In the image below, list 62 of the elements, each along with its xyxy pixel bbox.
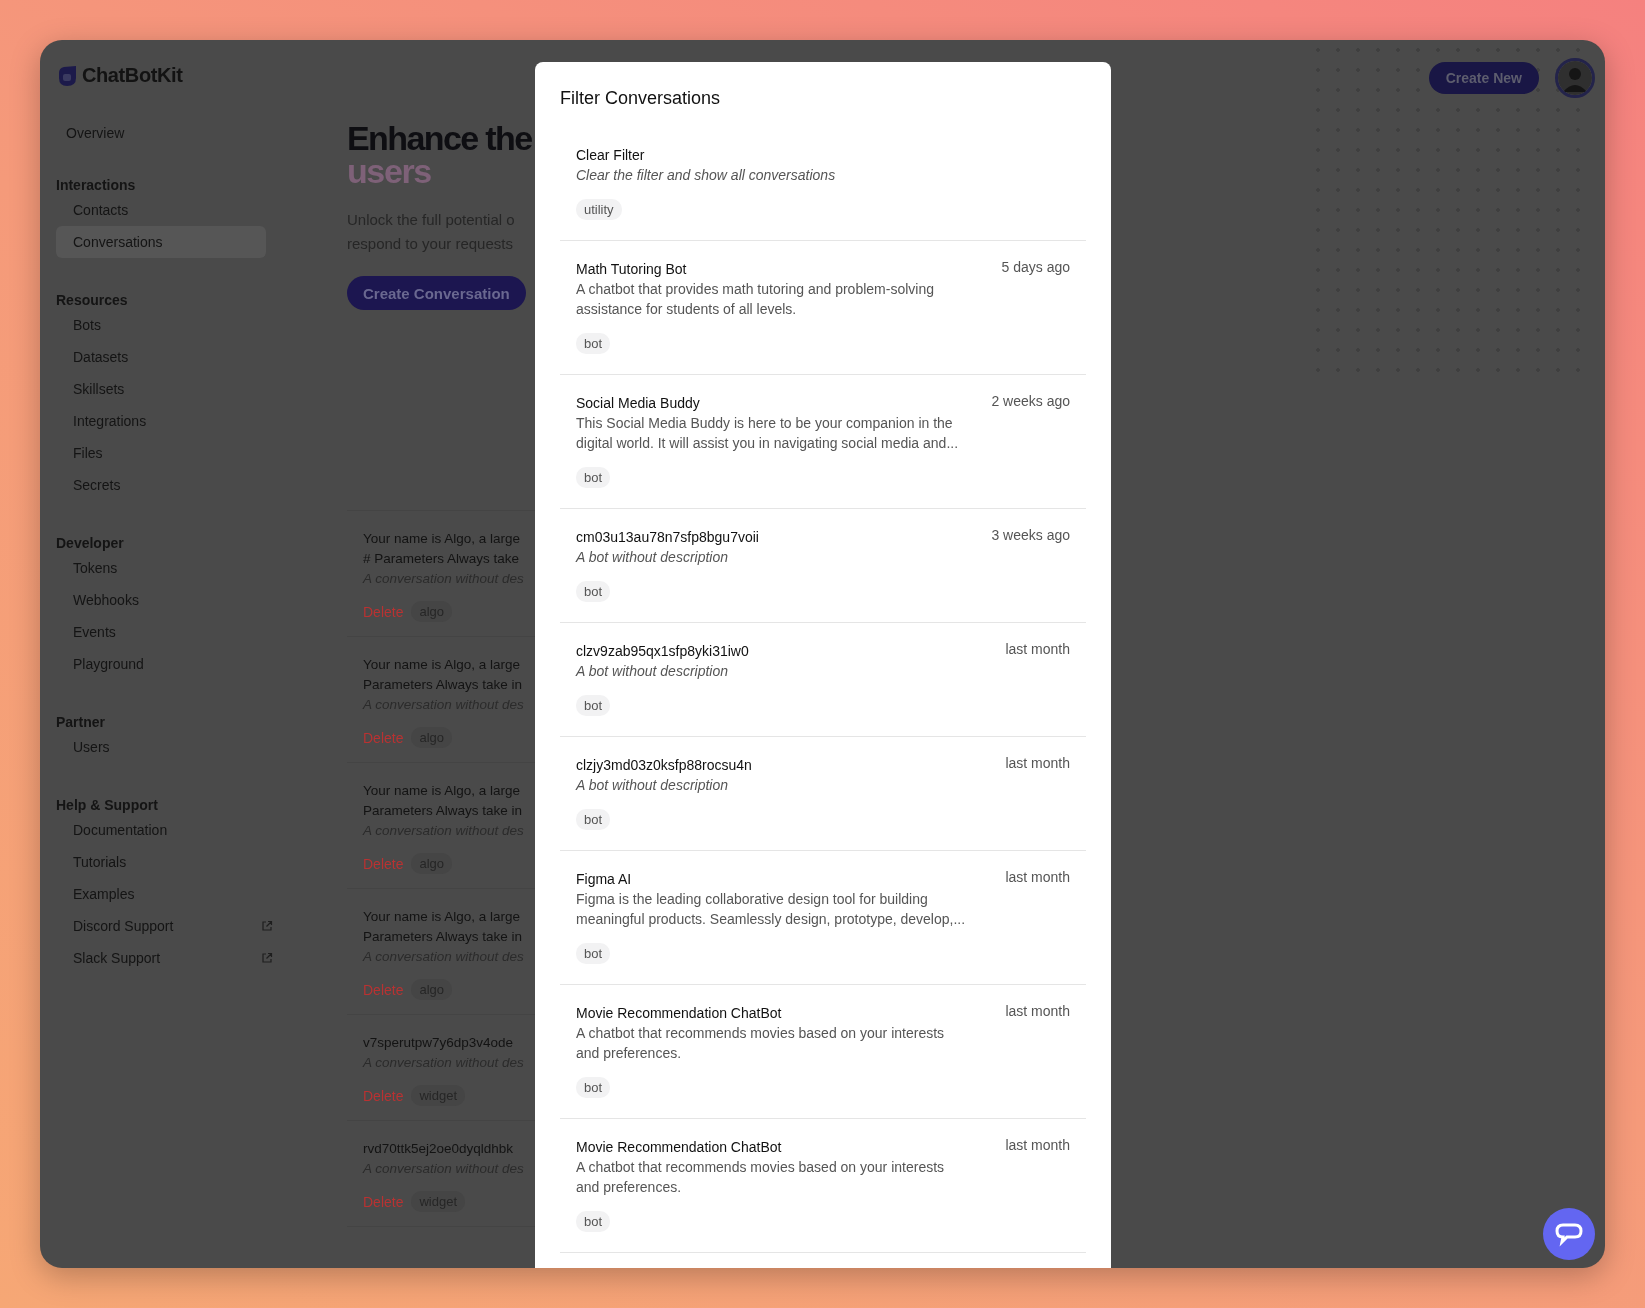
filter-option[interactable]: Clear Filter Clear the filter and show all conversations utility	[560, 145, 1086, 241]
option-title: Figma AI	[576, 870, 633, 889]
conversation-title[interactable]: v7sperutpw7y6dp3v4ode	[363, 1033, 514, 1053]
option-description: A chatbot that provides math tutoring and problem-solving assistance for students of all levels.	[576, 280, 934, 319]
filter-option[interactable]: Figma AI Figma is the leading collaborative design tool for building meaningful products. Seamlessly design, prototype, develop,... last month bot	[560, 869, 1086, 985]
filter-option[interactable]: cm03u13au78n7sfp8bgu7voii A bot without description 3 weeks ago bot	[560, 527, 1086, 623]
chat-button[interactable]	[1543, 1208, 1595, 1260]
tag: bot	[576, 1077, 611, 1098]
option-title: clzv9zab95qx1sfp8yki31iw0	[576, 642, 749, 661]
conversation-title[interactable]: rvd70ttk5ej2oe0dyqldhbk	[363, 1139, 514, 1159]
delete-link[interactable]: Delete	[363, 981, 404, 998]
dialog-title: Filter Conversations	[560, 88, 722, 109]
tag: bot	[576, 1211, 611, 1232]
delete-link[interactable]: Delete	[363, 729, 404, 746]
filter-option[interactable]: Movie Recommendation ChatBot A chatbot that recommends movies based on your interests and preferences. last month bot	[560, 1137, 1086, 1253]
option-description: Clear the filter and show all conversations	[576, 166, 836, 185]
brand-name: ChatBotKit	[82, 64, 183, 87]
tag: utility	[576, 199, 622, 220]
option-description: A bot without description	[576, 548, 729, 567]
option-time: last month	[1005, 1003, 1070, 1021]
option-time: last month	[1005, 1137, 1070, 1155]
option-time: 3 weeks ago	[991, 527, 1070, 545]
delete-link[interactable]: Delete	[363, 1087, 404, 1104]
option-time: last month	[1005, 869, 1070, 887]
tag: bot	[576, 809, 611, 830]
create-conversation-button[interactable]: Create Conversation	[347, 276, 526, 310]
filter-option[interactable]: Movie Recommendation ChatBot A chatbot that recommends movies based on your interests and preferences. last month bot	[560, 1003, 1086, 1119]
tag: bot	[576, 581, 611, 602]
option-title: Movie Recommendation ChatBot	[576, 1004, 783, 1023]
option-time: last month	[1005, 755, 1070, 773]
filter-option[interactable]: clzjy3md03z0ksfp88rocsu4n A bot without description last month bot	[560, 755, 1086, 851]
option-time: 5 days ago	[1001, 259, 1070, 277]
tag: bot	[576, 467, 611, 488]
filter-option[interactable]: clzv9zab95qx1sfp8yki31iw0 A bot without description last month bot	[560, 641, 1086, 737]
option-description: A bot without description	[576, 776, 729, 795]
hero-title: Enhance the	[347, 120, 532, 156]
option-description: A chatbot that recommends movies based on your interests and preferences.	[576, 1024, 945, 1063]
option-title: Clear Filter	[576, 146, 646, 165]
tag: bot	[576, 333, 611, 354]
filter-option[interactable]: Math Tutoring Bot A chatbot that provides math tutoring and problem-solving assistance for students of all levels. 5 days ago bot	[560, 259, 1086, 375]
delete-link[interactable]: Delete	[363, 1193, 404, 1210]
option-title: cm03u13au78n7sfp8bgu7voii	[576, 528, 759, 547]
delete-link[interactable]: Delete	[363, 603, 404, 620]
option-title: Social Media Buddy	[576, 394, 701, 413]
user-silhouette-icon	[1558, 61, 1592, 95]
chat-bubble-icon	[1554, 1221, 1584, 1247]
tag: bot	[576, 943, 611, 964]
filter-option[interactable]: Social Media Buddy This Social Media Buddy is here to be your companion in the digital world. It will assist you in navigating social media and... 2 weeks ago bot	[560, 393, 1086, 509]
option-description: A chatbot that recommends movies based on your interests and preferences.	[576, 1158, 945, 1197]
option-description: A bot without description	[576, 662, 729, 681]
create-new-button[interactable]: Create New	[1428, 62, 1539, 94]
option-time: 2 weeks ago	[991, 393, 1070, 411]
tag: bot	[576, 695, 611, 716]
logo-icon	[56, 64, 78, 87]
option-title: Math Tutoring Bot	[576, 260, 688, 279]
delete-link[interactable]: Delete	[363, 855, 404, 872]
option-title: clzjy3md03z0ksfp88rocsu4n	[576, 756, 752, 775]
option-description: This Social Media Buddy is here to be your companion in the digital world. It will assist you in navigating social media and...	[576, 414, 959, 453]
sidebar-item[interactable]: Conversations	[56, 226, 266, 258]
option-title: Movie Recommendation ChatBot	[576, 1138, 783, 1157]
option-time: last month	[1005, 641, 1070, 659]
option-description: Figma is the leading collaborative design tool for building meaningful products. Seamlessly design, prototype, develop,...	[576, 890, 966, 929]
